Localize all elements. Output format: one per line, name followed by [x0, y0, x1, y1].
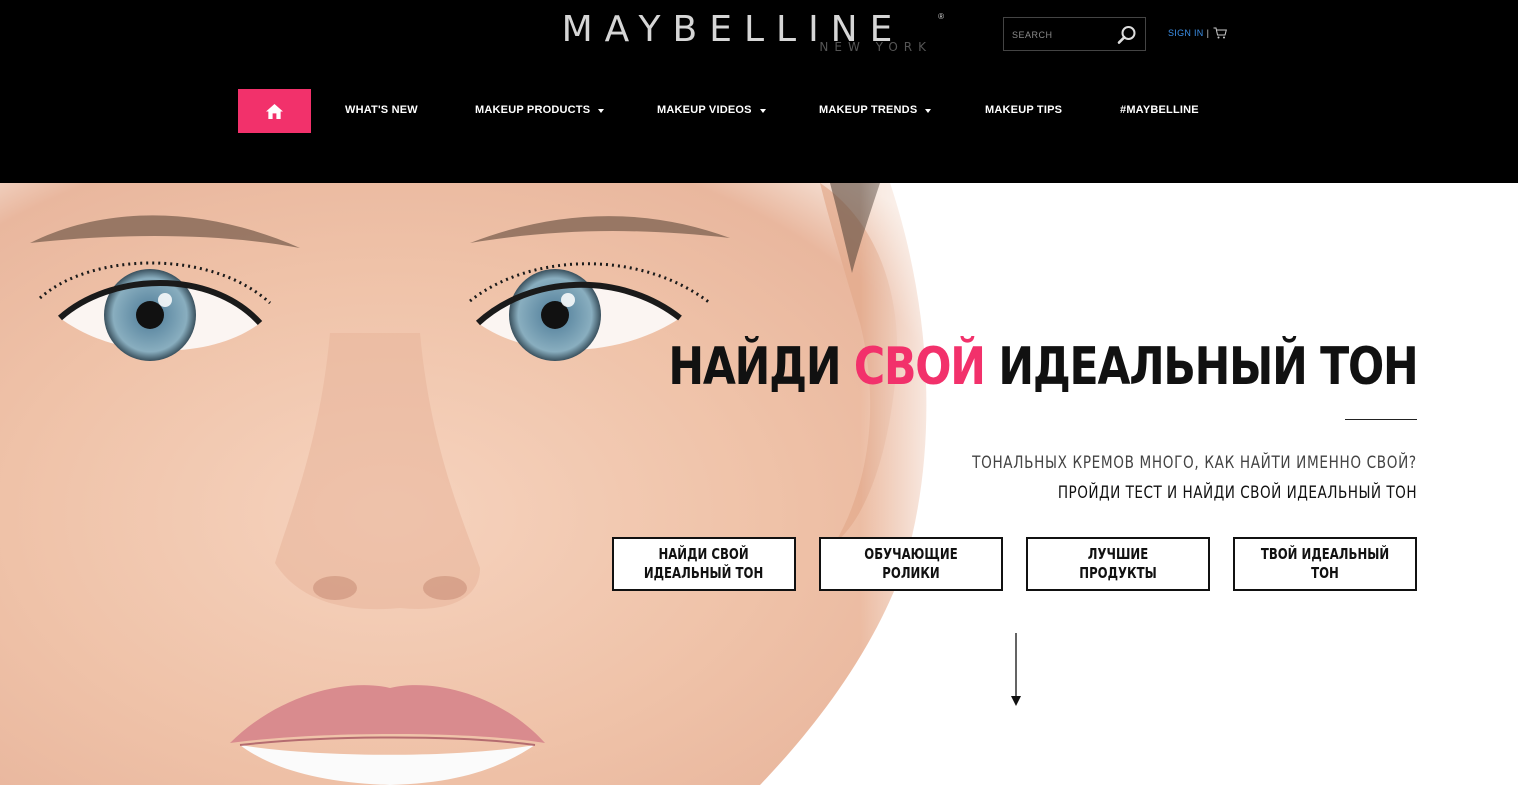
- account-links: SIGN IN |: [1168, 26, 1227, 40]
- nav-whats-new[interactable]: WHAT'S NEW: [345, 104, 418, 116]
- nav-maybelline-hashtag[interactable]: #MAYBELLINE: [1120, 104, 1199, 116]
- main-navigation: [238, 89, 311, 133]
- search-input[interactable]: [1012, 26, 1112, 44]
- logo-subtitle: NEW YORK: [819, 40, 932, 54]
- chevron-down-icon: [925, 108, 932, 113]
- button-label: ОБУЧАЮЩИЕ РОЛИКИ: [864, 545, 958, 582]
- chevron-down-icon: [759, 108, 766, 113]
- hero-subtitle-1: ТОНАЛЬНЫХ КРЕМОВ МНОГО, КАК НАЙТИ ИМЕННО…: [972, 453, 1417, 473]
- model-face-image: [0, 183, 960, 785]
- headline-divider: [1345, 419, 1417, 420]
- chevron-down-icon: [598, 108, 605, 113]
- nav-makeup-products[interactable]: MAKEUP PRODUCTS: [475, 104, 605, 116]
- nav-label: WHAT'S NEW: [345, 104, 418, 116]
- home-button[interactable]: [238, 89, 311, 133]
- search-icon[interactable]: [1117, 25, 1137, 45]
- button-label: ЛУЧШИЕ ПРОДУКТЫ: [1079, 545, 1157, 582]
- site-header: MAYBELLINE NEW YORK ® SIGN IN | WHAT'S N…: [0, 0, 1518, 183]
- nav-label: MAKEUP TIPS: [985, 104, 1063, 116]
- headline-part-2: ИДЕАЛЬНЫЙ ТОН: [984, 337, 1418, 397]
- hero-banner: НАЙДИ СВОЙ ИДЕАЛЬНЫЙ ТОН ТОНАЛЬНЫХ КРЕМО…: [0, 183, 1518, 785]
- your-shade-button[interactable]: ТВОЙ ИДЕАЛЬНЫЙ ТОН: [1233, 537, 1417, 591]
- nav-makeup-tips[interactable]: MAKEUP TIPS: [985, 104, 1062, 116]
- nav-label: MAKEUP TRENDS: [819, 104, 918, 116]
- best-products-button[interactable]: ЛУЧШИЕ ПРОДУКТЫ: [1026, 537, 1210, 591]
- tutorials-button[interactable]: ОБУЧАЮЩИЕ РОЛИКИ: [819, 537, 1003, 591]
- nav-label: MAKEUP VIDEOS: [657, 104, 752, 116]
- nav-label: MAKEUP PRODUCTS: [475, 104, 591, 116]
- maybelline-logo[interactable]: MAYBELLINE NEW YORK ®: [530, 12, 944, 56]
- hero-subtitle-2: ПРОЙДИ ТЕСТ И НАЙДИ СВОЙ ИДЕАЛЬНЫЙ ТОН: [1057, 483, 1417, 503]
- button-label: ТВОЙ ИДЕАЛЬНЫЙ ТОН: [1260, 545, 1390, 582]
- headline-part-1: НАЙДИ: [667, 337, 854, 397]
- sign-in-link[interactable]: SIGN IN: [1168, 28, 1204, 38]
- trademark-symbol: ®: [938, 12, 944, 21]
- button-label: НАЙДИ СВОЙ ИДЕАЛЬНЫЙ ТОН: [644, 545, 764, 582]
- hero-headline: НАЙДИ СВОЙ ИДЕАЛЬНЫЙ ТОН: [667, 331, 1418, 403]
- nav-makeup-videos[interactable]: MAKEUP VIDEOS: [657, 104, 766, 116]
- separator: |: [1206, 28, 1209, 38]
- nav-label: #MAYBELLINE: [1120, 104, 1199, 116]
- search-box: [1003, 17, 1146, 51]
- arrow-down-icon[interactable]: [1010, 633, 1022, 707]
- home-icon: [266, 103, 283, 119]
- cart-icon[interactable]: [1213, 27, 1227, 39]
- nav-makeup-trends[interactable]: MAKEUP TRENDS: [819, 104, 932, 116]
- headline-accent: СВОЙ: [853, 337, 985, 397]
- find-shade-button[interactable]: НАЙДИ СВОЙ ИДЕАЛЬНЫЙ ТОН: [612, 537, 796, 591]
